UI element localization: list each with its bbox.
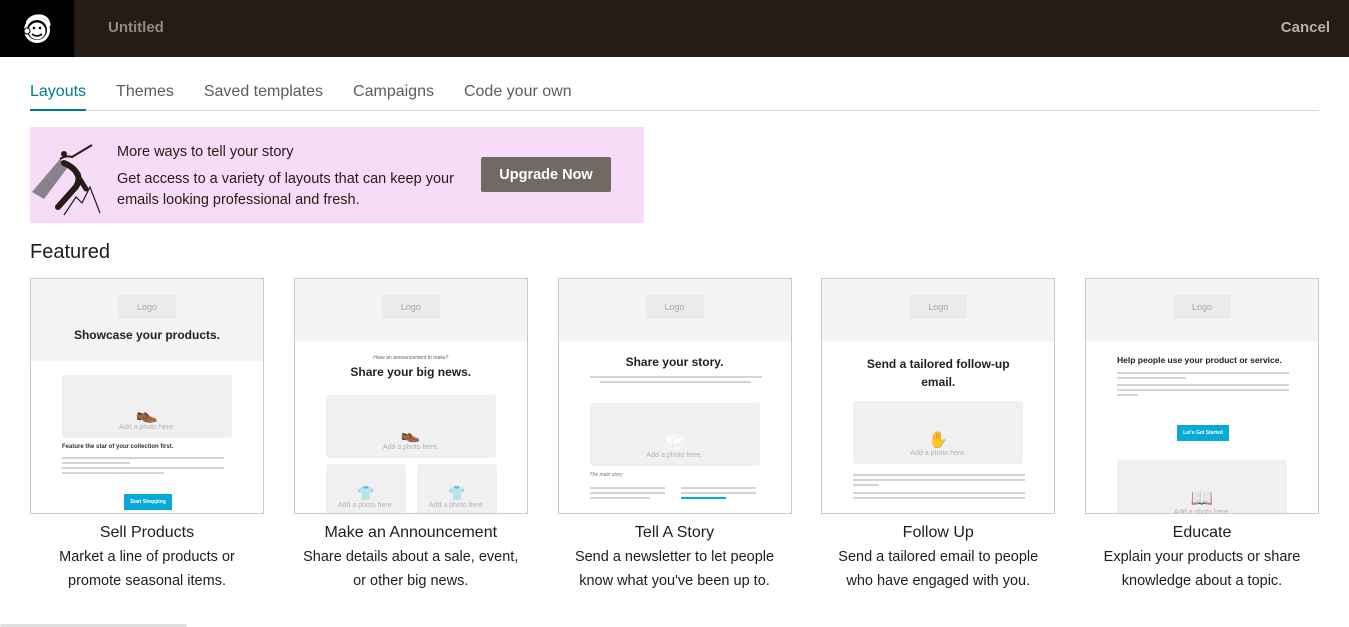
preview-body-text (1117, 369, 1289, 399)
tab-layouts[interactable]: Layouts (30, 74, 87, 111)
shirt-sale-icon: 👕 (448, 485, 466, 501)
layout-preview[interactable]: Logo Showcase your products. 👞 Add a pho… (30, 278, 264, 514)
layout-preview[interactable]: Logo Share your story. 🗺 Add a photo her… (557, 278, 792, 514)
photo-placeholder: 🗺 Add a photo here. (589, 403, 760, 466)
card-title: Tell A Story (634, 524, 715, 541)
preview-kicker: Have an announcement to make? (373, 355, 449, 361)
card-description: Send a tailored email to people who have… (838, 549, 1039, 589)
upgrade-promo-banner: More ways to tell your story Get access … (30, 127, 644, 223)
preview-logo-placeholder: Logo (381, 295, 440, 319)
shirt-sale-icon: 👕 (357, 485, 375, 501)
preview-body-text (853, 471, 1026, 502)
photo-placeholder: 👕 Add a photo here. (325, 464, 406, 513)
superhero-mountain-illustration (32, 144, 101, 216)
cancel-button[interactable]: Cancel (1281, 19, 1330, 36)
layout-preview[interactable]: Logo Send a tailored follow-up email. ✋ … (821, 278, 1056, 514)
preview-subhead: The main story (589, 472, 623, 478)
preview-headline: Showcase your products. (73, 328, 221, 342)
preview-body-text (62, 454, 232, 477)
preview-cta-button: Let's Get Started (1177, 425, 1229, 441)
layout-card-make-an-announcement[interactable]: Logo Have an announcement to make? Share… (293, 278, 528, 593)
preview-headline: Share your big news. (350, 365, 472, 379)
card-title: Sell Products (99, 524, 195, 541)
layout-card-follow-up[interactable]: Logo Send a tailored follow-up email. ✋ … (821, 278, 1056, 593)
mailchimp-freddie-icon (23, 13, 51, 43)
layout-card-sell-products[interactable]: Logo Showcase your products. 👞 Add a pho… (30, 278, 264, 593)
featured-heading: Featured (30, 241, 111, 263)
card-title: Make an Announcement (324, 524, 498, 541)
preview-logo-placeholder: Logo (118, 295, 176, 319)
preview-logo-placeholder: Logo (909, 295, 968, 319)
layout-preview[interactable]: Logo Have an announcement to make? Share… (293, 278, 528, 514)
card-description: Send a newsletter to let people know wha… (574, 549, 775, 589)
shoe-sale-icon: 👞 (400, 426, 421, 443)
photo-placeholder: 👕 Add a photo here. (416, 464, 497, 513)
preview-subhead: Feature the star of your collection firs… (62, 444, 174, 450)
mailchimp-logo[interactable] (0, 0, 74, 57)
template-tabs: Layouts Themes Saved templates Campaigns… (30, 74, 1319, 111)
preview-cta-button: Start Shopping (124, 494, 172, 510)
photo-placeholder: 👞 Add a photo here. (62, 375, 232, 438)
layout-preview[interactable]: Logo Help people use your product or ser… (1085, 278, 1319, 514)
shoe-icon: 👞 (135, 403, 159, 423)
preview-headline: Send a tailored follow-up email. (866, 357, 1010, 389)
card-title: Educate (1172, 524, 1232, 541)
preview-headline: Help people use your product or service. (1117, 355, 1282, 365)
tab-campaigns[interactable]: Campaigns (353, 74, 434, 110)
top-bar: Untitled Cancel (0, 0, 1349, 57)
photo-placeholder: ✋ Add a photo here. (853, 401, 1024, 464)
preview-logo-placeholder: Logo (1173, 295, 1231, 319)
campaign-title[interactable]: Untitled (108, 19, 164, 36)
photo-placeholder: 👞 Add a photo here. (325, 395, 496, 458)
card-description: Explain your products or share knowledge… (1103, 549, 1301, 589)
map-luggage-icon: 🗺 (664, 434, 685, 451)
open-book-icon: 📖 (1190, 488, 1214, 508)
preview-column-text (680, 484, 756, 502)
preview-logo-placeholder: Logo (645, 295, 704, 319)
promo-body: Get access to a variety of layouts that … (117, 171, 454, 208)
tab-themes[interactable]: Themes (116, 74, 174, 110)
waving-hand-icon: ✋ (928, 432, 949, 449)
photo-placeholder: 📖 Add a photo here. (1117, 460, 1287, 513)
featured-layouts: Logo Showcase your products. 👞 Add a pho… (30, 278, 1349, 593)
card-title: Follow Up (902, 524, 974, 541)
card-description: Market a line of products or promote sea… (59, 549, 235, 589)
layout-card-tell-a-story[interactable]: Logo Share your story. 🗺 Add a photo her… (557, 278, 792, 593)
layout-card-educate[interactable]: Logo Help people use your product or ser… (1085, 278, 1319, 593)
promo-title: More ways to tell your story (117, 144, 294, 160)
preview-intro-text (589, 373, 762, 386)
tab-saved-templates[interactable]: Saved templates (204, 74, 323, 110)
preview-headline: Share your story. (625, 355, 724, 369)
upgrade-now-button[interactable]: Upgrade Now (481, 157, 611, 192)
preview-column-text (589, 484, 665, 502)
card-description: Share details about a sale, event, or ot… (303, 549, 519, 589)
tab-code-your-own[interactable]: Code your own (464, 74, 572, 110)
